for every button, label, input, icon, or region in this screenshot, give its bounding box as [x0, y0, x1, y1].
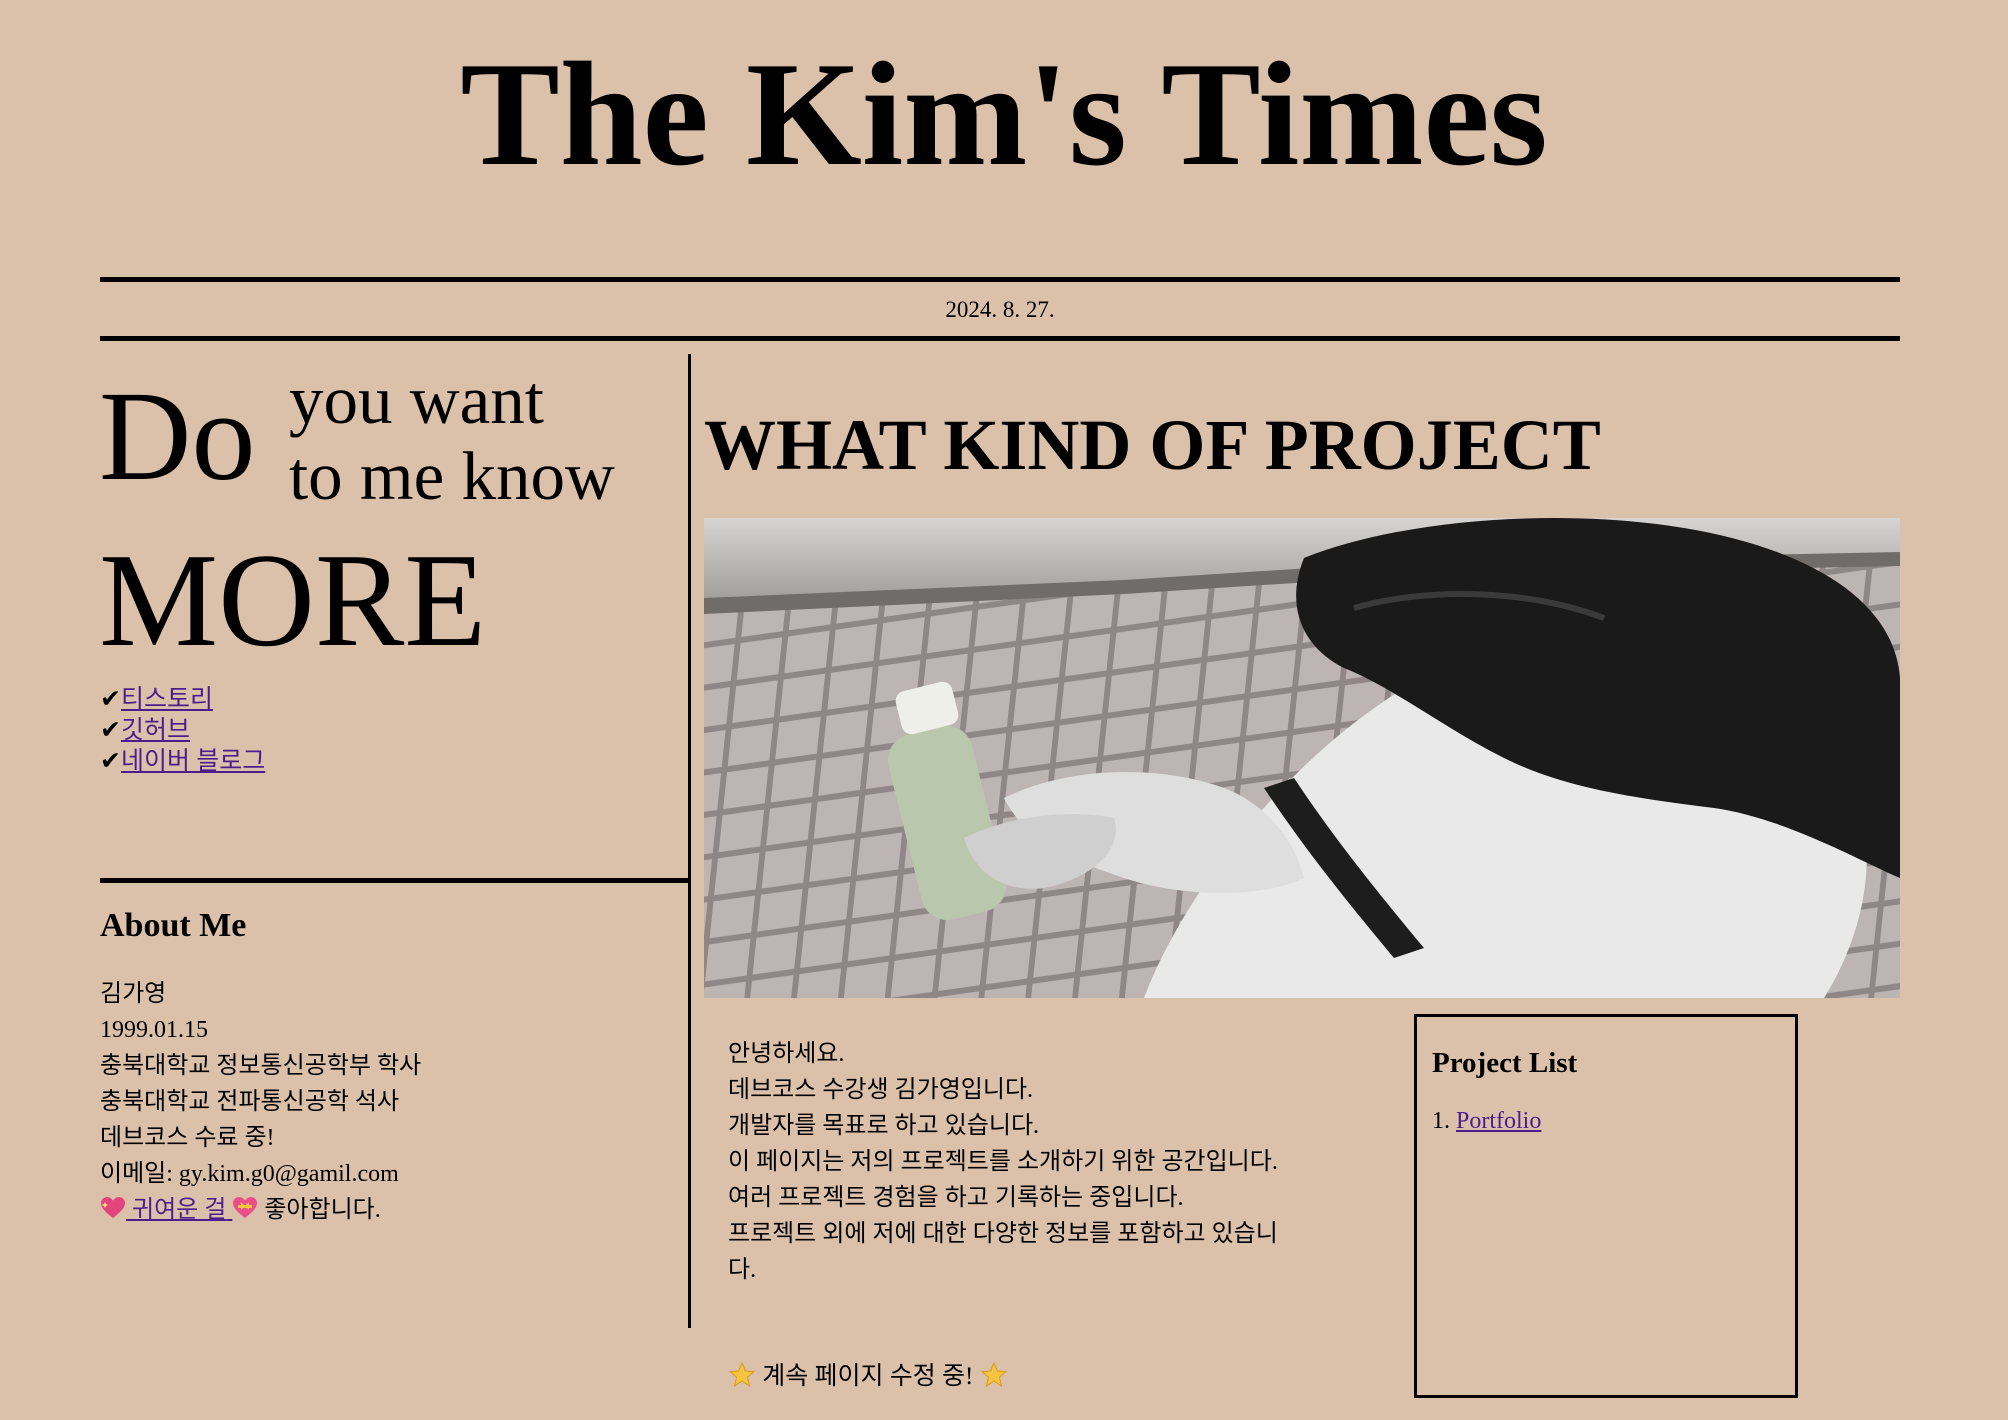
- about-name: 김가영: [100, 981, 167, 1007]
- tistory-link[interactable]: 티스토리: [121, 686, 213, 713]
- header-bottom-rule: [100, 336, 1900, 341]
- column-divider: [688, 354, 691, 1328]
- star-icon: [980, 1361, 1007, 1388]
- header-top-rule: [100, 277, 1900, 282]
- intro-line: 개발자를 목표로 하고 있습니다.: [728, 1113, 1040, 1139]
- email-label: 이메일:: [100, 1161, 179, 1187]
- external-links: ✔티스토리 ✔깃허브 ✔네이버 블로그: [100, 684, 265, 777]
- project-number: 1.: [1432, 1108, 1456, 1134]
- check-icon: ✔: [100, 684, 121, 713]
- about-divider: [100, 878, 690, 883]
- link-row-tistory: ✔티스토리: [100, 684, 265, 715]
- intro-line: 이 페이지는 저의 프로젝트를 소개하기 위한 공간입니다. 여러 프로젝트 경…: [728, 1149, 1278, 1211]
- naver-blog-link[interactable]: 네이버 블로그: [121, 748, 265, 775]
- about-email: 이메일: gy.kim.g0@gamil.com: [100, 1156, 421, 1192]
- teaser-line-2: to me know: [289, 438, 615, 514]
- intro-text: 안녕하세요. 데브코스 수강생 김가영입니다. 개발자를 목표로 하고 있습니다…: [728, 1036, 1288, 1288]
- project-headline: WHAT KIND OF PROJECT: [704, 405, 1601, 485]
- about-birthdate: 1999.01.15: [100, 1017, 208, 1043]
- project-list: 1. Portfolio: [1432, 1104, 1541, 1138]
- teaser-word-do: Do: [99, 365, 256, 507]
- github-link[interactable]: 깃허브: [121, 717, 190, 744]
- likes-text: 좋아합니다.: [264, 1197, 381, 1223]
- link-row-github: ✔깃허브: [100, 715, 265, 746]
- intro-line: 데브코스 수강생 김가영입니다.: [728, 1077, 1034, 1103]
- teaser-word-more: MORE: [99, 526, 487, 674]
- check-icon: ✔: [100, 746, 121, 775]
- heart-with-ribbon-icon: [233, 1197, 258, 1218]
- intro-line: 안녕하세요.: [728, 1041, 845, 1067]
- about-education-bachelor: 충북대학교 정보통신공학부 학사: [100, 1053, 422, 1079]
- profile-photo: [704, 518, 1900, 998]
- about-section: 김가영 1999.01.15 충북대학교 정보통신공학부 학사 충북대학교 전파…: [100, 976, 421, 1228]
- sparkling-heart-icon: [101, 1197, 125, 1218]
- notice-text: 계속 페이지 수정 중!: [762, 1363, 974, 1390]
- under-construction-notice: 계속 페이지 수정 중!: [728, 1360, 1008, 1394]
- dateline: 2024. 8. 27.: [945, 297, 1055, 322]
- project-list-item: 1. Portfolio: [1432, 1104, 1541, 1138]
- cute-things-link-label: 귀여운 걸: [132, 1197, 227, 1223]
- cute-things-link[interactable]: 귀여운 걸: [100, 1197, 258, 1223]
- site-title: The Kim's Times: [460, 32, 1548, 197]
- about-course: 데브코스 수료 중!: [100, 1125, 275, 1151]
- about-education-master: 충북대학교 전파통신공학 석사: [100, 1089, 400, 1115]
- project-list-heading: Project List: [1432, 1047, 1578, 1079]
- photo-icon: [704, 518, 1900, 998]
- portfolio-link[interactable]: Portfolio: [1456, 1108, 1541, 1134]
- about-likes: 귀여운 걸 좋아합니다.: [100, 1192, 421, 1228]
- star-icon: [728, 1361, 756, 1388]
- about-heading: About Me: [100, 907, 247, 944]
- check-icon: ✔: [100, 715, 121, 744]
- email-address: gy.kim.g0@gamil.com: [178, 1161, 399, 1187]
- intro-line: 프로젝트 외에 저에 대한 다양한 정보를 포함하고 있습니다.: [728, 1221, 1278, 1283]
- teaser-line-1: you want: [289, 362, 544, 438]
- link-row-naver-blog: ✔네이버 블로그: [100, 746, 265, 777]
